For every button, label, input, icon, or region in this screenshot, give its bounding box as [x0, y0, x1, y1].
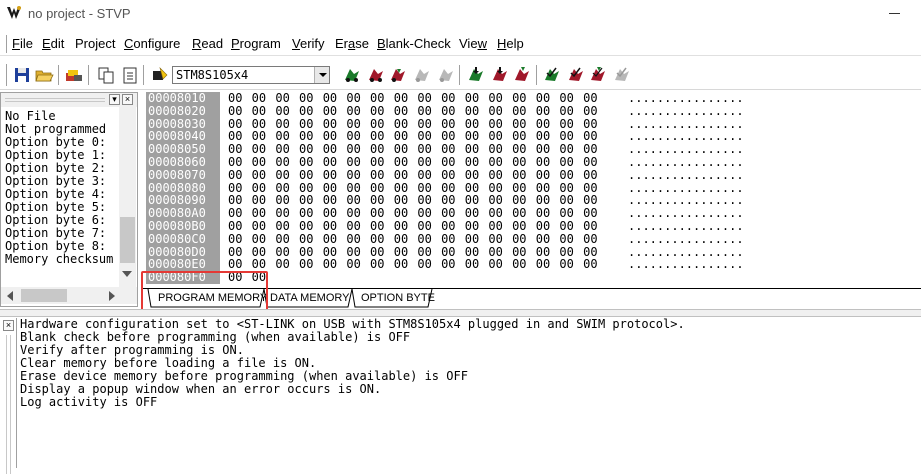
- scroll-down-icon[interactable]: [122, 271, 132, 277]
- memory-ascii: ................: [628, 167, 744, 182]
- read-option-icon[interactable]: [388, 65, 408, 85]
- log-line: Log activity is OFF: [20, 395, 158, 409]
- read-all-icon[interactable]: [342, 65, 362, 85]
- info-list: No File Not programmed Option byte 0: Optio…: [5, 110, 117, 282]
- menu-read[interactable]: Read: [192, 36, 223, 51]
- stvp-logo-icon: [7, 6, 21, 19]
- program-current-icon[interactable]: [490, 65, 510, 85]
- open-folder-icon[interactable]: [34, 65, 54, 85]
- memory-bytes[interactable]: 00 00 00 00 00 00 00 00 00 00 00 00 00 0…: [228, 168, 598, 182]
- toolbar-grip[interactable]: [4, 64, 7, 86]
- memory-ascii: ................: [628, 103, 744, 118]
- title-bar: no project - STVP: [0, 0, 921, 28]
- vertical-scrollbar[interactable]: [119, 107, 136, 287]
- memory-address: 00008020: [146, 104, 220, 118]
- chip-icon[interactable]: [150, 65, 170, 85]
- log-pane: × Hardware configuration set to <ST-LINK…: [0, 317, 921, 474]
- memory-bytes[interactable]: 00 00 00 00 00 00 00 00 00 00 00 00 00 0…: [228, 104, 598, 118]
- pane-grip[interactable]: [6, 335, 11, 474]
- pane-restore-icon[interactable]: ▾: [109, 94, 120, 105]
- verify-option-icon[interactable]: [588, 65, 608, 85]
- memory-bytes[interactable]: 00 00 00 00 00 00 00 00 00 00 00 00 00 0…: [228, 232, 598, 246]
- program-option-icon[interactable]: [512, 65, 532, 85]
- read-current-icon[interactable]: [366, 65, 386, 85]
- pane-grip[interactable]: [5, 98, 105, 102]
- toolbar-separator: [58, 65, 60, 85]
- verify-disabled-icon[interactable]: [612, 65, 632, 85]
- horizontal-scrollbar[interactable]: [1, 287, 137, 304]
- window-title: no project - STVP: [28, 6, 131, 21]
- toolbar-separator: [88, 65, 90, 85]
- memory-address: 000080C0: [146, 232, 220, 246]
- verify-all-icon[interactable]: [542, 65, 562, 85]
- pane-splitter[interactable]: [0, 309, 921, 317]
- close-icon[interactable]: ×: [122, 94, 133, 105]
- verify-current-icon[interactable]: [566, 65, 586, 85]
- menu-grip[interactable]: [4, 35, 7, 53]
- menu-edit[interactable]: Edit: [42, 36, 64, 51]
- device-select[interactable]: STM8S105x4: [172, 66, 330, 84]
- tab-data-memory[interactable]: DATA MEMORY: [266, 290, 353, 308]
- menu-verify[interactable]: Verify: [292, 36, 325, 51]
- menu-project[interactable]: Project: [75, 36, 115, 51]
- device-select-value: STM8S105x4: [176, 68, 249, 82]
- program-all-icon[interactable]: [466, 65, 486, 85]
- memory-address: 00008070: [146, 168, 220, 182]
- log-output[interactable]: Hardware configuration set to <ST-LINK o…: [16, 318, 916, 468]
- menu-blank-check[interactable]: Blank-Check: [377, 36, 451, 51]
- memory-ascii: ................: [628, 231, 744, 246]
- info-list-item[interactable]: Memory checksum: [5, 253, 117, 266]
- chevron-down-icon[interactable]: [314, 67, 329, 83]
- scrollbar-thumb[interactable]: [21, 289, 67, 302]
- minimize-icon[interactable]: [880, 4, 910, 22]
- copy-icon[interactable]: [96, 65, 116, 85]
- menu-help[interactable]: Help: [497, 36, 524, 51]
- save-icon[interactable]: [12, 65, 32, 85]
- toolbar: [0, 60, 921, 90]
- paste-icon[interactable]: [120, 65, 140, 85]
- menu-configure[interactable]: Configure: [124, 36, 180, 51]
- menu-file[interactable]: File: [12, 36, 33, 51]
- configure-icon[interactable]: [64, 65, 84, 85]
- info-pane: ▾ × No File Not programmed Option byte 0: O…: [0, 92, 138, 307]
- tab-option-byte[interactable]: OPTION BYTE: [357, 290, 439, 308]
- scroll-left-icon[interactable]: [7, 291, 13, 301]
- memory-bytes[interactable]: 00 00 00 00 00 00 00 00 00 00 00 00 00 0…: [228, 258, 598, 271]
- memory-hex-view[interactable]: 00008010 00 00 00 00 00 00 00 00 00 00 00…: [142, 92, 921, 288]
- scrollbar-thumb[interactable]: [120, 217, 135, 263]
- read-disabled-icon[interactable]: [412, 65, 432, 85]
- menu-view[interactable]: View: [459, 36, 487, 51]
- menu-erase[interactable]: Erase: [335, 36, 369, 51]
- scroll-right-icon[interactable]: [109, 291, 115, 301]
- info-pane-header: ▾ ×: [1, 93, 137, 107]
- close-icon[interactable]: ×: [3, 320, 14, 331]
- menu-bar: File Edit Project Configure Read Program Verif…: [0, 32, 921, 56]
- memory-ascii: ................: [628, 257, 744, 272]
- menu-program[interactable]: Program: [231, 36, 281, 51]
- toolbar-separator: [459, 65, 461, 85]
- read-disabled-2-icon[interactable]: [436, 65, 456, 85]
- toolbar-separator: [536, 65, 538, 85]
- toolbar-separator: [143, 65, 145, 85]
